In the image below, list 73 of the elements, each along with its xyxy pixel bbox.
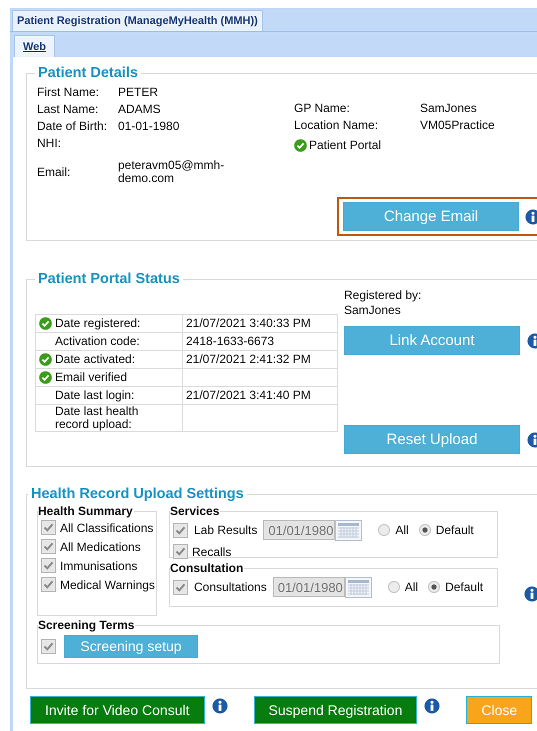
field-value: 01-01-1980	[118, 119, 180, 133]
screening-setup-button[interactable]: Screening setup	[64, 634, 198, 658]
checkbox-label: Recalls	[192, 544, 232, 558]
status-label: Date activated:	[55, 353, 136, 366]
status-value: 21/07/2021 3:41:40 PM	[186, 388, 311, 402]
field-value: VM05Practice	[420, 118, 496, 132]
field-value: peteravm05@mmh-demo.com	[118, 159, 226, 185]
section-title: Patient Details	[37, 65, 139, 81]
checkbox-label: All Classifications	[60, 520, 154, 534]
checkbox[interactable]	[173, 544, 188, 559]
checkbox[interactable]	[173, 580, 188, 594]
info-icon[interactable]	[525, 208, 537, 224]
field-label: Location Name:	[294, 118, 380, 132]
radio-button[interactable]	[388, 581, 400, 593]
checkbox-label: Consultations	[194, 580, 267, 594]
registered-by-label: Registered by:	[344, 289, 422, 302]
radio-button[interactable]	[418, 524, 431, 536]
checkbox[interactable]	[41, 638, 56, 654]
field-label: Last Name:	[37, 102, 100, 116]
field-label: GP Name:	[294, 101, 351, 115]
status-label: Date last login:	[55, 389, 134, 402]
radio-label: Default	[436, 523, 474, 537]
group-title: Consultation	[170, 561, 244, 575]
status-label: Activation code:	[55, 335, 140, 348]
status-value: 2418-1633-6673	[186, 334, 274, 348]
status-label: Date last health record upload:	[55, 405, 140, 431]
group-title: Screening Terms	[38, 618, 136, 632]
portal-status-label: Patient Portal	[309, 138, 382, 152]
field-label: Email:	[37, 165, 72, 179]
checkbox[interactable]	[41, 539, 56, 554]
checkbox-label: Immunisations	[60, 558, 138, 572]
calendar-icon[interactable]	[335, 520, 362, 540]
checkbox[interactable]	[41, 520, 56, 535]
info-icon[interactable]	[524, 586, 537, 602]
checkbox-label: All Medications	[60, 540, 141, 554]
group-title: Services	[170, 504, 220, 518]
change-email-button[interactable]: Change Email	[343, 202, 519, 231]
status-label: Date registered:	[55, 317, 140, 330]
section-title: Health Record Upload Settings	[30, 486, 245, 502]
footer-button[interactable]: Suspend Registration	[254, 696, 418, 724]
calendar-icon[interactable]	[344, 576, 372, 598]
status-label: Email verified	[55, 371, 128, 384]
info-icon[interactable]	[212, 698, 228, 714]
radio-label: All	[404, 580, 418, 594]
date-field[interactable]: 01/01/1980	[272, 577, 345, 597]
field-value: ADAMS	[118, 102, 162, 116]
tab[interactable]: Web	[14, 35, 56, 57]
field-value: SamJones	[420, 101, 478, 115]
registered-by-value: SamJones	[344, 304, 402, 317]
checkbox[interactable]	[41, 577, 56, 592]
reset-upload-button[interactable]: Reset Upload	[344, 425, 520, 454]
footer-button[interactable]: Invite for Video Consult	[30, 696, 204, 724]
checkbox-label: Medical Warnings	[60, 578, 155, 592]
field-value: PETER	[118, 85, 160, 99]
radio-label: All	[395, 523, 409, 537]
info-icon[interactable]	[424, 698, 440, 714]
checkbox-label: Lab Results	[194, 523, 258, 537]
radio-button[interactable]	[428, 581, 440, 593]
checkbox[interactable]	[173, 522, 188, 538]
date-field[interactable]: 01/01/1980	[263, 520, 336, 540]
radio-button[interactable]	[378, 524, 390, 536]
group-title: Health Summary	[38, 504, 134, 518]
footer-button[interactable]: Close	[466, 696, 532, 724]
status-value: 21/07/2021 3:40:33 PM	[186, 316, 311, 330]
radio-label: Default	[445, 580, 484, 594]
field-label: First Name:	[37, 85, 100, 99]
field-label: Date of Birth:	[37, 119, 108, 133]
checkbox[interactable]	[41, 558, 56, 573]
link-account-button[interactable]: Link Account	[344, 326, 520, 355]
window-title: Patient Registration (ManageMyHealth (MMH))	[12, 10, 263, 31]
field-label: NHI:	[37, 136, 62, 150]
section-title: Patient Portal Status	[37, 271, 181, 287]
status-value: 21/07/2021 2:41:32 PM	[186, 352, 311, 366]
